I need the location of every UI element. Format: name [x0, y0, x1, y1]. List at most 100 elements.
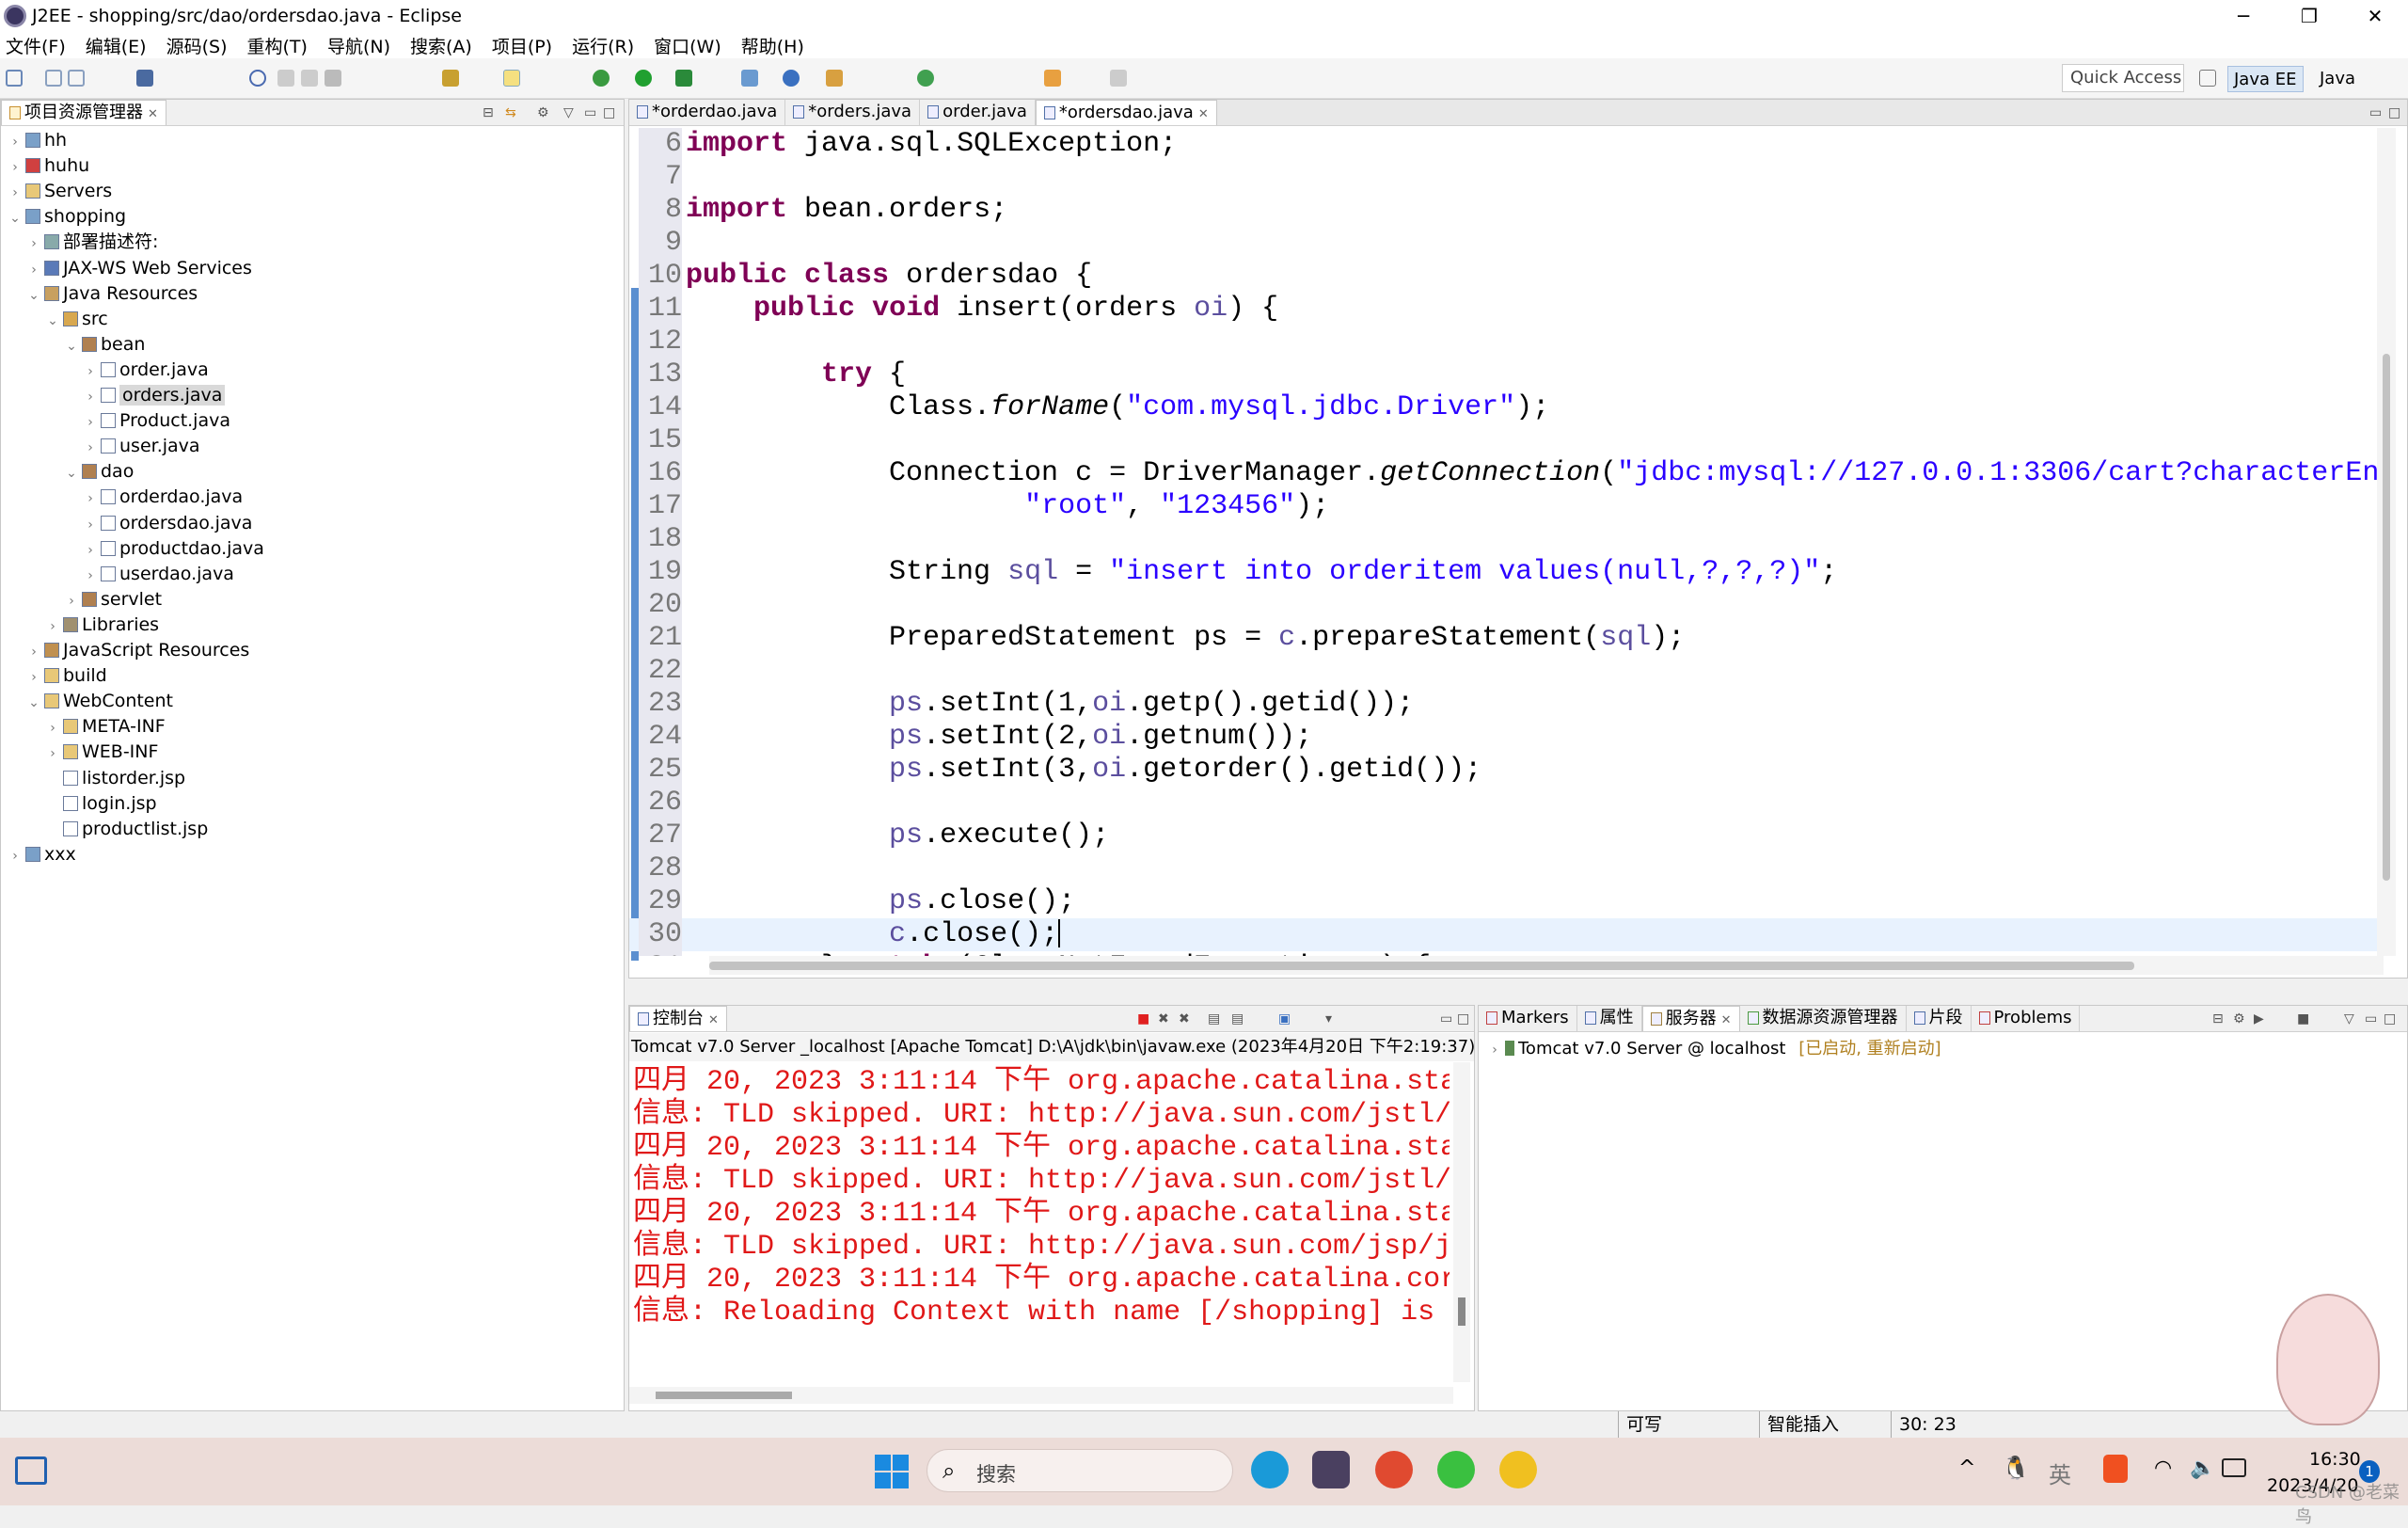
code-line[interactable]: 19 String sql = "insert into orderitem v…	[629, 556, 2379, 589]
chevron-down-icon[interactable]: ⌄	[25, 283, 42, 309]
chevron-right-icon[interactable]: ›	[82, 436, 99, 461]
close-tab-icon[interactable]: ✕	[1721, 1013, 1732, 1027]
tree-item[interactable]: ⌄ bean	[63, 332, 145, 358]
tree-item[interactable]: › productdao.java	[82, 536, 264, 562]
code-line[interactable]: 28	[629, 852, 2379, 885]
edge-icon[interactable]	[1251, 1451, 1289, 1488]
skip-breakpoints-icon[interactable]	[249, 70, 266, 87]
chevron-right-icon[interactable]: ›	[1486, 1037, 1503, 1063]
code-line[interactable]: 12	[629, 326, 2379, 358]
menu-search[interactable]: 搜索(A)	[410, 33, 472, 58]
volume-icon[interactable]: 🔈	[2190, 1456, 2215, 1480]
tab-markers[interactable]: Markers	[1479, 1006, 1577, 1031]
scrollbar-thumb[interactable]	[709, 962, 2134, 970]
run-icon[interactable]	[635, 70, 652, 87]
server-entry[interactable]: › Tomcat v7.0 Server @ localhost [已启动, 重新…	[1486, 1036, 1941, 1062]
chevron-down-icon[interactable]: ⌄	[63, 334, 80, 359]
forward-icon[interactable]	[1110, 70, 1127, 87]
tree-item[interactable]: › 部署描述符:	[25, 230, 158, 255]
code-line[interactable]: 24 ps.setInt(2,oi.getnum());	[629, 721, 2379, 754]
resume-icon[interactable]	[277, 70, 294, 87]
code-line[interactable]: 9	[629, 227, 2379, 260]
scrollbar-thumb[interactable]	[2383, 354, 2390, 881]
ime-indicator[interactable]: 英	[2049, 1456, 2071, 1489]
remove-launch-icon[interactable]: ✖	[1158, 1011, 1169, 1027]
code-line[interactable]: 25 ps.setInt(3,oi.getorder().getid());	[629, 754, 2379, 787]
tree-item[interactable]: › META-INF	[44, 714, 166, 740]
tree-item[interactable]: › order.java	[82, 358, 209, 383]
tree-item[interactable]: ⌄ src	[44, 307, 108, 332]
maximize-panel-icon[interactable]: □	[2384, 1011, 2396, 1027]
open-console-icon[interactable]: ▾	[1325, 1011, 1332, 1027]
menu-file[interactable]: 文件(F)	[6, 33, 66, 58]
code-line[interactable]: 22	[629, 655, 2379, 688]
code-line[interactable]: 27 ps.execute();	[629, 820, 2379, 852]
chevron-right-icon[interactable]: ›	[7, 844, 24, 869]
console-horizontal-scrollbar[interactable]	[629, 1387, 1453, 1404]
suspend-icon[interactable]	[301, 70, 318, 87]
terminate-icon[interactable]: ■	[1137, 1011, 1149, 1027]
minimize-panel-icon[interactable]: ▭	[584, 105, 596, 120]
new-server-icon[interactable]	[741, 70, 758, 87]
menu-run[interactable]: 运行(R)	[572, 33, 634, 58]
maximize-panel-icon[interactable]: □	[2388, 105, 2400, 120]
chevron-right-icon[interactable]: ›	[82, 359, 99, 385]
menu-window[interactable]: 窗口(W)	[654, 33, 721, 58]
terminal-icon[interactable]	[136, 70, 153, 87]
tree-item[interactable]: › build	[25, 663, 107, 689]
tree-item[interactable]: › Servers	[7, 179, 112, 204]
chevron-right-icon[interactable]: ›	[82, 564, 99, 589]
tab-ordersdao-java[interactable]: *ordersdao.java ✕	[1035, 100, 1217, 125]
terminate-icon[interactable]	[325, 70, 341, 87]
tree-item[interactable]: › hh	[7, 128, 67, 153]
vertical-scrollbar[interactable]	[2377, 128, 2396, 956]
scrollbar-thumb[interactable]	[1458, 1297, 1465, 1326]
tree-item[interactable]: › xxx	[7, 842, 76, 867]
code-line[interactable]: 15	[629, 424, 2379, 457]
close-tab-icon[interactable]: ✕	[708, 1013, 719, 1027]
chevron-right-icon[interactable]: ›	[82, 538, 99, 564]
menu-project[interactable]: 项目(P)	[492, 33, 552, 58]
console-output[interactable]: 四月 20, 2023 3:11:14 下午 org.apache.catali…	[629, 1062, 1450, 1382]
chevron-right-icon[interactable]: ›	[7, 130, 24, 155]
menu-source[interactable]: 源码(S)	[166, 33, 228, 58]
menu-help[interactable]: 帮助(H)	[741, 33, 804, 58]
show-hidden-icons-icon[interactable]: ^	[1958, 1456, 1975, 1480]
chevron-right-icon[interactable]: ›	[7, 155, 24, 181]
minimize-panel-icon[interactable]: ▭	[2369, 105, 2382, 120]
chevron-right-icon[interactable]: ›	[82, 410, 99, 436]
new-web-service-icon[interactable]	[783, 70, 800, 87]
tab-properties[interactable]: 属性	[1576, 1006, 1642, 1031]
menu-navigate[interactable]: 导航(N)	[327, 33, 390, 58]
stop-server-icon[interactable]: ■	[2297, 1011, 2309, 1027]
tree-item[interactable]: › ordersdao.java	[82, 511, 252, 536]
tree-item[interactable]: › Product.java	[82, 408, 230, 434]
tree-item[interactable]: › JAX-WS Web Services	[25, 256, 252, 281]
tree-item[interactable]: › orderdao.java	[82, 485, 243, 510]
tree-item[interactable]: › servlet	[63, 587, 162, 613]
chevron-down-icon[interactable]: ⌄	[63, 461, 80, 486]
open-perspective-icon[interactable]	[2199, 70, 2216, 87]
view-menu-chevron-icon[interactable]: ▽	[563, 105, 574, 120]
code-line[interactable]: 26	[629, 787, 2379, 820]
code-line[interactable]: 16 Connection c = DriverManager.getConne…	[629, 457, 2379, 490]
collapse-icon[interactable]: ⊟	[2212, 1011, 2224, 1027]
chrome-icon[interactable]	[1375, 1451, 1413, 1488]
code-line[interactable]: 7	[629, 161, 2379, 194]
perspective-java[interactable]: Java	[2314, 66, 2361, 92]
tree-item[interactable]: ⌄ dao	[63, 459, 134, 485]
new-icon[interactable]	[6, 70, 23, 87]
chevron-right-icon[interactable]: ›	[44, 741, 61, 767]
tab-order-java[interactable]: order.java	[920, 100, 1036, 125]
maximize-button[interactable]: ❐	[2276, 0, 2342, 32]
code-line[interactable]: 11 public void insert(orders oi) {	[629, 293, 2379, 326]
menu-edit[interactable]: 编辑(E)	[86, 33, 147, 58]
eclipse-taskbar-icon[interactable]	[1312, 1451, 1350, 1488]
scrollbar-thumb[interactable]	[656, 1392, 792, 1399]
tree-item[interactable]: › JavaScript Resources	[25, 638, 249, 663]
widgets-icon[interactable]	[15, 1456, 47, 1485]
chevron-right-icon[interactable]: ›	[7, 181, 24, 206]
tab-console[interactable]: 控制台 ✕	[629, 1006, 727, 1031]
remove-all-icon[interactable]: ✖	[1179, 1011, 1190, 1027]
tree-item[interactable]: ⌄ shopping	[7, 204, 126, 230]
